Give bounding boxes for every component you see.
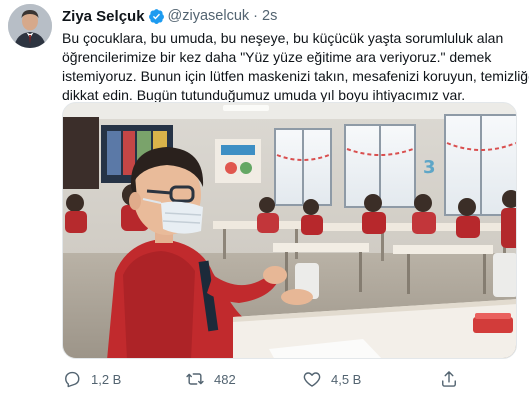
retweet-button[interactable]: 482 xyxy=(185,368,236,390)
like-button[interactable]: 4,5 B xyxy=(302,368,361,390)
avatar[interactable] xyxy=(8,4,52,48)
heart-icon xyxy=(302,369,322,389)
share-icon xyxy=(439,369,459,389)
avatar-image xyxy=(8,4,52,48)
verified-badge-icon xyxy=(148,8,165,25)
reply-icon xyxy=(62,369,82,389)
tweet-text-line: istemiyoruz. Bunun için lütfen maskenizi… xyxy=(62,68,529,84)
svg-text:3: 3 xyxy=(423,157,436,178)
retweet-count: 482 xyxy=(214,371,236,387)
reply-button[interactable]: 1,2 B xyxy=(62,368,121,390)
like-count: 4,5 B xyxy=(331,371,362,387)
tweet-header: Ziya Selçuk @ziyaselcuk · 2s xyxy=(62,6,277,26)
tweet-text-line: öğrencilerimize bir kez daha "Yüz yüze e… xyxy=(62,49,492,65)
tweet-actions: 1,2 B 482 4,5 B xyxy=(56,368,516,390)
tweet[interactable]: Ziya Selçuk @ziyaselcuk · 2s Bu çocuklar… xyxy=(0,0,529,398)
classroom-photo-image: 3 xyxy=(63,103,516,358)
header-separator: · xyxy=(253,8,258,24)
tweet-timestamp[interactable]: 2s xyxy=(262,8,277,24)
retweet-icon xyxy=(185,369,205,389)
share-button[interactable] xyxy=(439,368,459,390)
reply-count: 1,2 B xyxy=(91,371,122,387)
tweet-text: Bu çocuklara, bu umuda, bu neşeye, bu kü… xyxy=(62,29,529,105)
author-handle[interactable]: @ziyaselcuk xyxy=(168,8,250,24)
author-name[interactable]: Ziya Selçuk xyxy=(62,8,145,25)
tweet-media-photo[interactable]: 3 xyxy=(62,102,517,359)
tweet-text-line: Bu çocuklara, bu umuda, bu neşeye, bu kü… xyxy=(62,30,504,46)
